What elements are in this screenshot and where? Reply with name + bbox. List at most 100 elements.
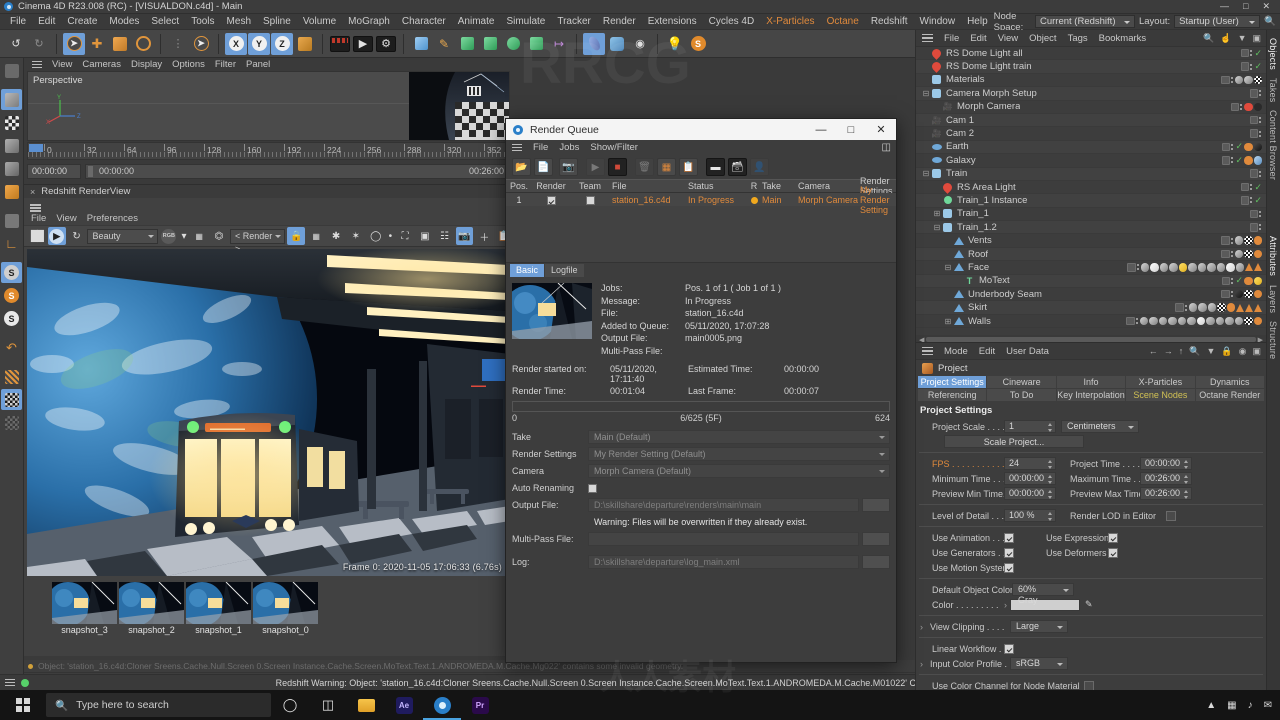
tree-expander-icon[interactable]: ⊟ xyxy=(922,169,930,178)
object-tree-item[interactable]: 🎥Cam 1 xyxy=(916,114,1266,127)
object-tree-item[interactable]: RS Area Light✓ xyxy=(916,181,1266,194)
om-menu-bookmarks[interactable]: Bookmarks xyxy=(1099,33,1147,44)
object-tree[interactable]: RS Dome Light all✓RS Dome Light train✓Ma… xyxy=(916,47,1266,335)
expand-region-icon[interactable]: ▣ xyxy=(416,227,434,245)
om-fullscreen-icon[interactable]: ▣ xyxy=(1252,33,1261,44)
viewport-menu-cameras[interactable]: Cameras xyxy=(82,59,121,70)
menu-select[interactable]: Select xyxy=(145,14,185,30)
rq-close-button[interactable]: ✕ xyxy=(866,119,896,140)
menu-simulate[interactable]: Simulate xyxy=(500,14,551,30)
simulate-tags-icon[interactable]: ◉ xyxy=(629,33,651,55)
auto-renaming-checkbox[interactable] xyxy=(588,484,597,493)
object-tree-item[interactable]: ⊟Camera Morph Setup xyxy=(916,87,1266,100)
menu-modes[interactable]: Modes xyxy=(103,14,145,30)
pen-spline-icon[interactable]: ✎ xyxy=(433,33,455,55)
start-render-icon[interactable]: ▶ xyxy=(48,227,66,245)
renderview-close-icon[interactable]: × xyxy=(30,187,35,197)
search-icon[interactable]: 🔍 xyxy=(1264,16,1276,27)
circle-tool-icon[interactable]: ◯ xyxy=(367,227,385,245)
snapshot-item[interactable]: snapshot_0 xyxy=(253,582,318,635)
tab-info[interactable]: Info xyxy=(1057,376,1125,388)
use-animation-checkbox[interactable] xyxy=(1004,533,1014,543)
attr-up-icon[interactable]: ↑ xyxy=(1179,346,1184,357)
side-tab-takes[interactable]: Takes xyxy=(1267,70,1278,103)
minimum-time-input[interactable]: 00:00:00 xyxy=(1004,472,1056,485)
project-scale-input[interactable]: 1 xyxy=(1004,420,1056,433)
side-tab-layers[interactable]: Layers xyxy=(1267,277,1278,313)
render-settings-icon[interactable]: ⚙ xyxy=(375,33,397,55)
snapshot-icon[interactable]: 📷 xyxy=(456,227,474,245)
material-tag-icon[interactable] xyxy=(1150,263,1159,272)
menu-spline[interactable]: Spline xyxy=(257,14,297,30)
object-tree-item[interactable]: Skirt xyxy=(916,301,1266,314)
more-options-icon[interactable]: • xyxy=(387,227,395,245)
default-object-color-select[interactable]: 60% Gray xyxy=(1012,583,1074,596)
material-tag-icon[interactable] xyxy=(1179,263,1188,272)
tab-dynamics[interactable]: Dynamics xyxy=(1196,376,1264,388)
material-tag-icon[interactable] xyxy=(1244,76,1253,85)
tag-icon[interactable] xyxy=(1254,263,1262,271)
input-profile-expand-icon[interactable]: › xyxy=(920,659,930,669)
tag-icon[interactable] xyxy=(1244,277,1253,286)
menu-render[interactable]: Render xyxy=(597,14,642,30)
rq-menu-file[interactable]: File xyxy=(533,142,548,153)
material-tag-icon[interactable] xyxy=(1254,277,1263,286)
visibility-dots-icon[interactable] xyxy=(1231,75,1234,84)
menu-file[interactable]: File xyxy=(4,14,32,30)
material-tag-icon[interactable] xyxy=(1140,317,1149,326)
maximum-time-input[interactable]: 00:26:00 xyxy=(1140,472,1192,485)
subtab-basic[interactable]: Basic xyxy=(510,264,544,277)
visibility-toggle[interactable] xyxy=(1250,169,1259,178)
menu-xparticles[interactable]: X-Particles xyxy=(760,14,820,30)
visibility-toggle[interactable] xyxy=(1250,129,1259,138)
om-menu-file[interactable]: File xyxy=(944,33,959,44)
material-tag-icon[interactable] xyxy=(1168,317,1177,326)
axis-z-icon[interactable]: Z xyxy=(271,33,293,55)
side-tab-content-browser[interactable]: Content Browser xyxy=(1267,102,1278,180)
tree-expander-icon[interactable]: ⊞ xyxy=(944,317,952,326)
object-tree-item[interactable]: 🎥Morph Camera xyxy=(916,101,1266,114)
material-tag-icon[interactable] xyxy=(1236,263,1245,272)
visibility-dots-icon[interactable] xyxy=(1240,102,1243,111)
camera-select[interactable]: Morph Camera (Default) xyxy=(588,464,890,478)
object-manager-hamburger-icon[interactable] xyxy=(922,34,933,42)
current-time-field[interactable]: 00:00:00 xyxy=(27,164,81,179)
viewport-hamburger-icon[interactable] xyxy=(32,61,42,69)
object-tree-item[interactable]: Underbody Seam xyxy=(916,288,1266,301)
object-tree-item[interactable]: RS Dome Light train✓ xyxy=(916,60,1266,73)
input-color-profile-select[interactable]: sRGB xyxy=(1010,657,1068,670)
taskbar-search-box[interactable]: 🔍 Type here to search xyxy=(46,693,271,717)
render-target-select[interactable]: < Render > xyxy=(230,229,286,244)
object-tree-item[interactable]: Galaxy✓ xyxy=(916,154,1266,167)
rq-hamburger-icon[interactable] xyxy=(512,144,522,152)
attribute-hamburger-icon[interactable] xyxy=(922,347,933,355)
material-tag-icon[interactable] xyxy=(1141,263,1150,272)
snapshot-item[interactable]: snapshot_2 xyxy=(119,582,184,635)
add-job-icon[interactable]: 📄 xyxy=(534,158,553,176)
visibility-toggle[interactable] xyxy=(1241,183,1250,192)
project-scale-unit-select[interactable]: Centimeters xyxy=(1061,420,1139,433)
crop-region-icon[interactable]: ⏣ xyxy=(210,227,228,245)
tree-expander-icon[interactable]: ⊟ xyxy=(933,223,941,232)
output-file-browse-button[interactable] xyxy=(862,498,890,512)
picture-viewer-icon[interactable]: ▬ xyxy=(706,158,725,176)
job-team-checkbox[interactable] xyxy=(586,196,595,205)
tab-key-interpolation[interactable]: Key Interpolation xyxy=(1057,389,1125,401)
material-tag-icon[interactable] xyxy=(1216,317,1225,326)
menu-window[interactable]: Window xyxy=(914,14,962,30)
om-menu-tags[interactable]: Tags xyxy=(1068,33,1088,44)
object-tree-item[interactable]: ⊞Walls xyxy=(916,315,1266,328)
add-snapshot-icon[interactable]: ＋ xyxy=(475,227,493,245)
object-tree-item[interactable]: Train_1 Instance✓ xyxy=(916,194,1266,207)
visibility-dots-icon[interactable] xyxy=(1250,196,1253,205)
tab-project-settings[interactable]: Project Settings xyxy=(918,376,986,388)
timeline-ruler[interactable]: 0 32 64 96 128 160 192 224 256 288 320 3… xyxy=(27,142,510,160)
visibility-toggle[interactable] xyxy=(1222,156,1231,165)
tag-icon[interactable] xyxy=(1245,263,1253,271)
visibility-dots-icon[interactable] xyxy=(1231,290,1234,299)
side-tab-attributes[interactable]: Attributes xyxy=(1267,228,1278,276)
material-tag-icon[interactable] xyxy=(1235,317,1244,326)
visibility-toggle[interactable] xyxy=(1241,49,1250,58)
tree-expander-icon[interactable]: ⊟ xyxy=(922,89,930,98)
project-time-input[interactable]: 00:00:00 xyxy=(1140,457,1192,470)
